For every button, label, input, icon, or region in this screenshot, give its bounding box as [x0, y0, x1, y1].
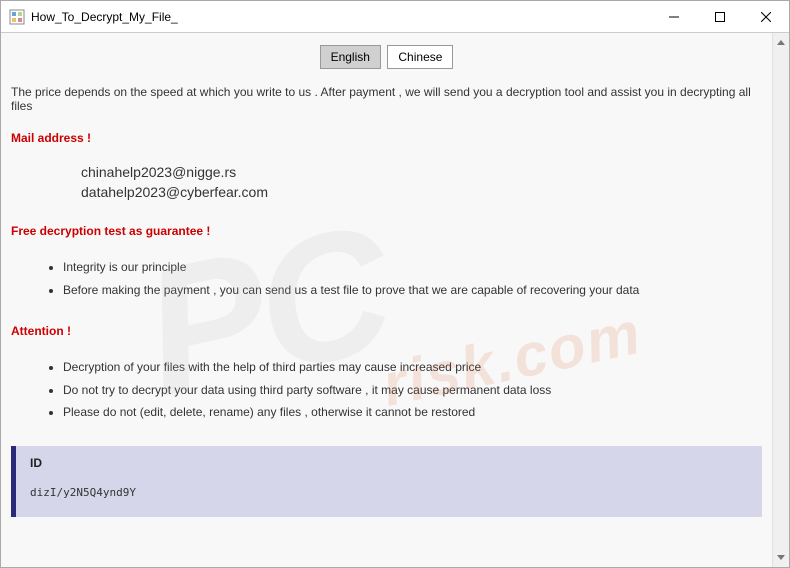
guarantee-heading: Free decryption test as guarantee !: [11, 224, 762, 238]
window-controls: [651, 1, 789, 32]
language-switcher: English Chinese: [11, 45, 762, 69]
guarantee-list: Integrity is our principle Before making…: [63, 256, 762, 302]
attention-item: Please do not (edit, delete, rename) any…: [63, 401, 762, 424]
app-window: How_To_Decrypt_My_File_ PC risk.com Engl…: [0, 0, 790, 568]
id-box: ID dizI/y2N5Q4ynd9Y: [11, 446, 762, 517]
guarantee-item: Integrity is our principle: [63, 256, 762, 279]
intro-text: The price depends on the speed at which …: [11, 85, 762, 113]
minimize-button[interactable]: [651, 1, 697, 32]
guarantee-item: Before making the payment , you can send…: [63, 279, 762, 302]
english-button[interactable]: English: [320, 45, 381, 69]
window-title: How_To_Decrypt_My_File_: [31, 10, 651, 24]
app-icon: [9, 9, 25, 25]
attention-heading: Attention !: [11, 324, 762, 338]
maximize-button[interactable]: [697, 1, 743, 32]
mail-heading: Mail address !: [11, 131, 762, 145]
email-1: chinahelp2023@nigge.rs: [81, 163, 762, 183]
close-button[interactable]: [743, 1, 789, 32]
scroll-down-icon[interactable]: [774, 550, 789, 565]
id-label: ID: [30, 456, 748, 470]
attention-list: Decryption of your files with the help o…: [63, 356, 762, 424]
vertical-scrollbar[interactable]: [772, 33, 789, 567]
email-block: chinahelp2023@nigge.rs datahelp2023@cybe…: [81, 163, 762, 202]
chinese-button[interactable]: Chinese: [387, 45, 453, 69]
email-2: datahelp2023@cyberfear.com: [81, 183, 762, 203]
attention-item: Do not try to decrypt your data using th…: [63, 379, 762, 402]
titlebar: How_To_Decrypt_My_File_: [1, 1, 789, 33]
scroll-up-icon[interactable]: [774, 35, 789, 50]
content-area: PC risk.com English Chinese The price de…: [1, 33, 772, 567]
id-value: dizI/y2N5Q4ynd9Y: [30, 486, 748, 499]
content-wrap: PC risk.com English Chinese The price de…: [1, 33, 789, 567]
attention-item: Decryption of your files with the help o…: [63, 356, 762, 379]
